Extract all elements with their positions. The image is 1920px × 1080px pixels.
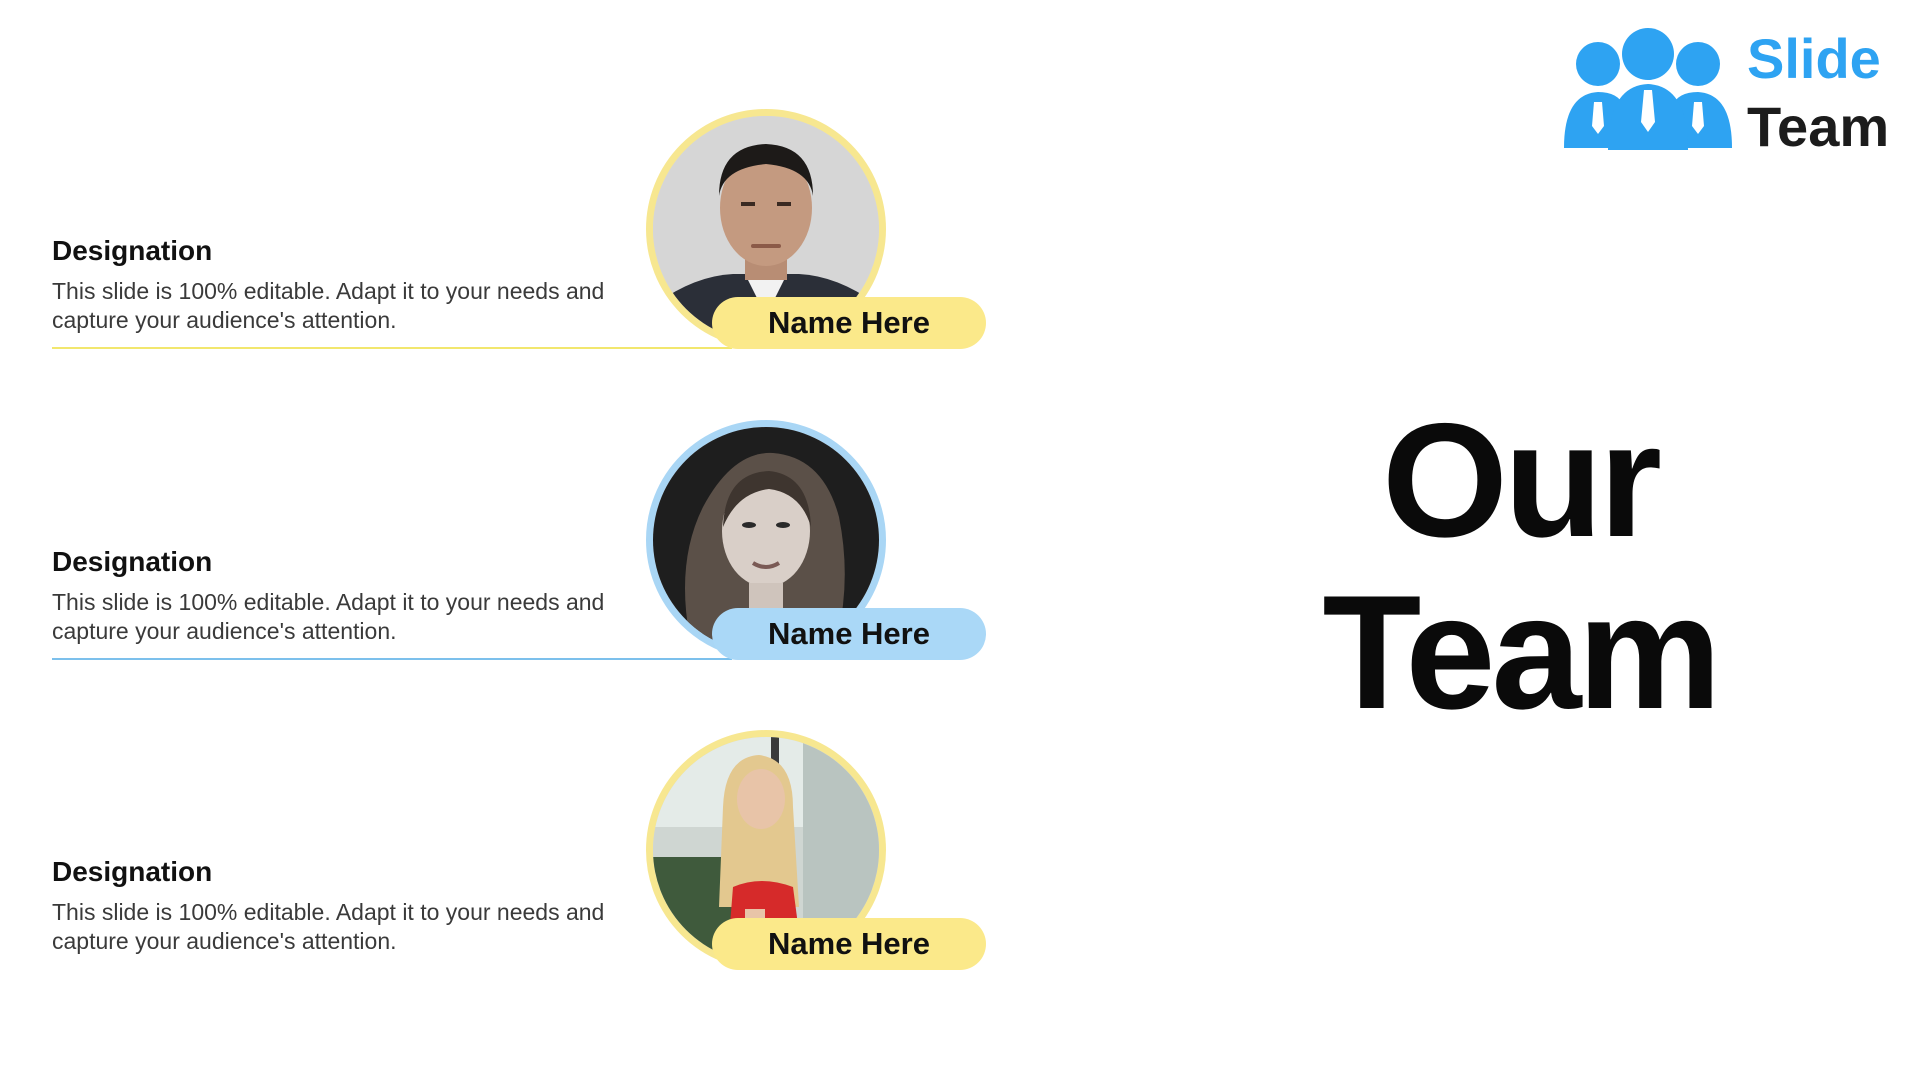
logo-text-team: Team xyxy=(1747,95,1890,158)
divider-line xyxy=(52,347,732,349)
logo-text-slide: Slide xyxy=(1747,27,1881,90)
designation-label: Designation xyxy=(52,235,213,266)
member-description: This slide is 100% editable. Adapt it to… xyxy=(52,278,605,333)
designation-label: Designation xyxy=(52,546,213,577)
slide: Slide Team Our Team Designation This sli… xyxy=(0,0,1920,1080)
name-label: Name Here xyxy=(712,297,986,349)
page-title: Our Team xyxy=(1280,395,1760,739)
member-description: This slide is 100% editable. Adapt it to… xyxy=(52,589,605,644)
team-member-card: Designation This slide is 100% editable.… xyxy=(0,416,1000,676)
name-label: Name Here xyxy=(712,608,986,660)
team-member-card: Designation This slide is 100% editable.… xyxy=(0,105,1000,365)
member-description: This slide is 100% editable. Adapt it to… xyxy=(52,899,605,954)
team-member-card: Designation This slide is 100% editable.… xyxy=(0,726,1000,986)
divider-line xyxy=(52,658,732,660)
team-people-icon xyxy=(1564,28,1732,150)
title-line-1: Our xyxy=(1381,390,1662,571)
name-label: Name Here xyxy=(712,918,986,970)
title-line-2: Team xyxy=(1322,562,1721,743)
slideteam-logo: Slide Team xyxy=(1560,26,1900,156)
designation-label: Designation xyxy=(52,856,213,887)
